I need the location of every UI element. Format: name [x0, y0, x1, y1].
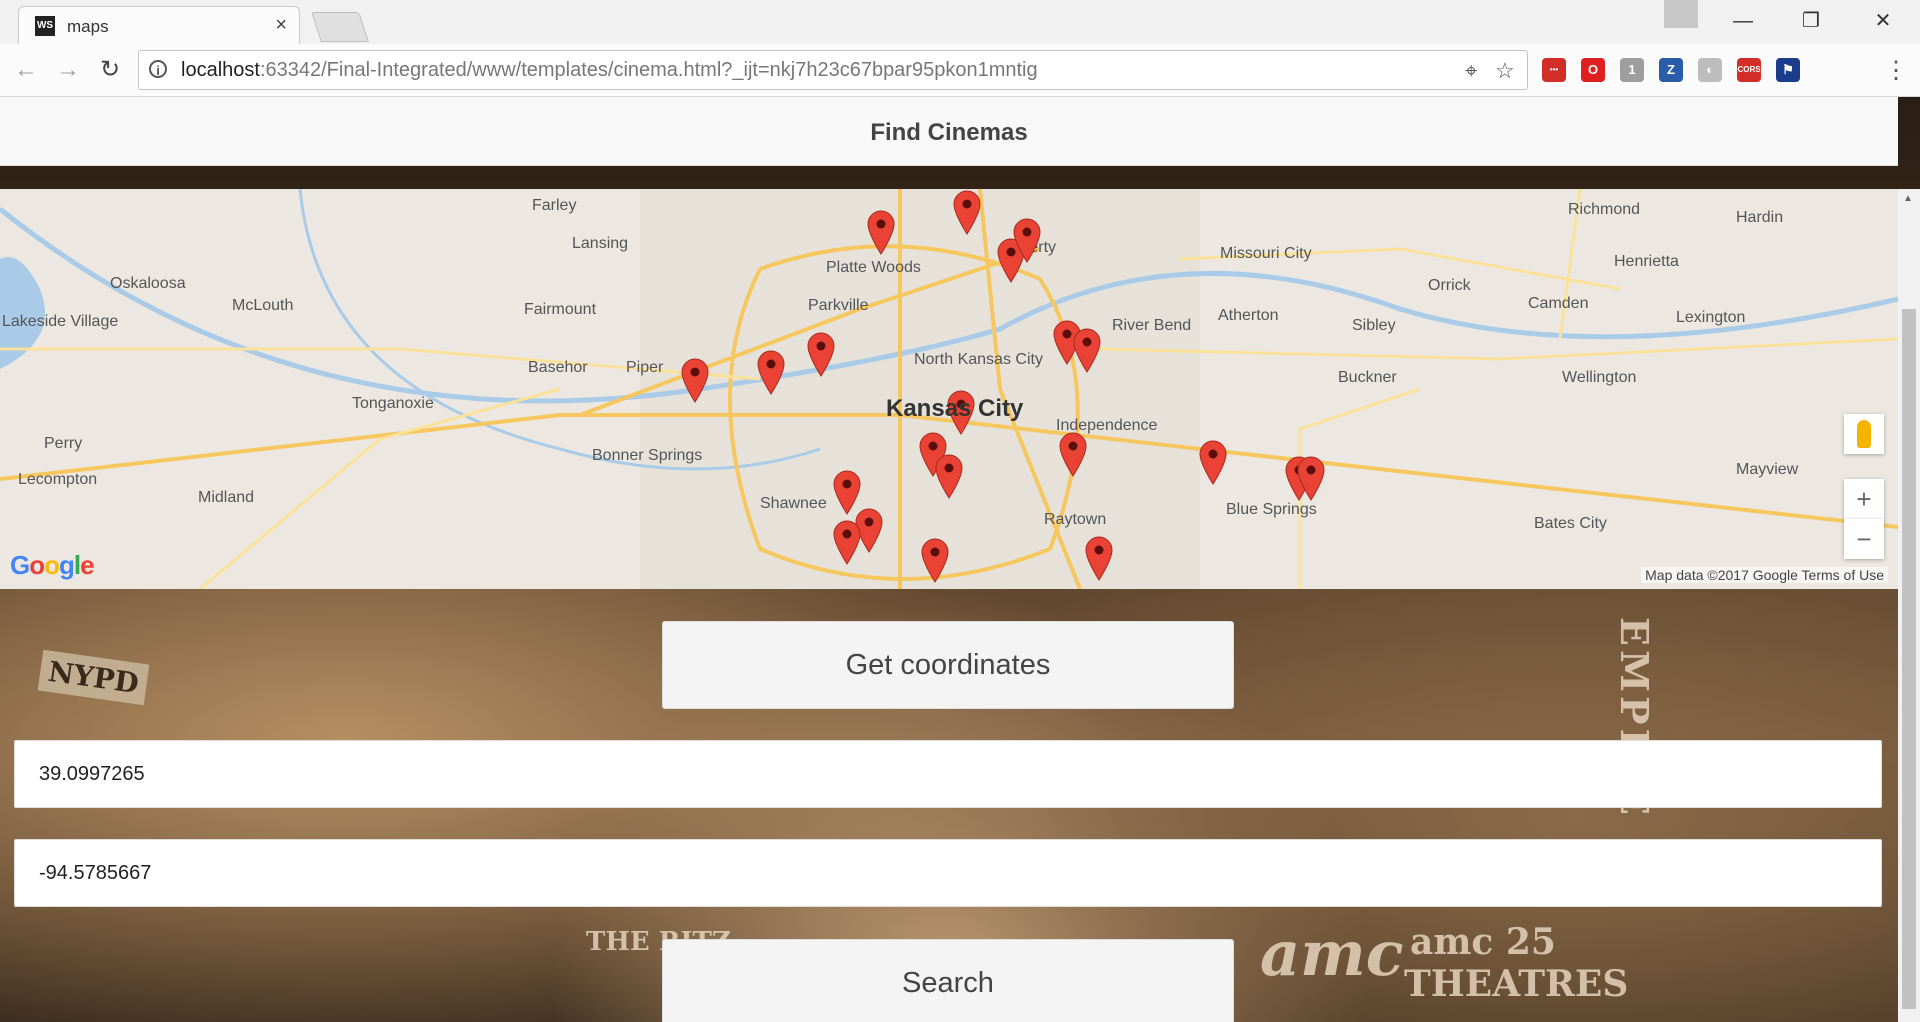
shield-icon[interactable]: 1 — [1620, 58, 1644, 82]
longitude-field[interactable] — [14, 839, 1882, 907]
map-place-label: Bates City — [1534, 515, 1607, 532]
browser-toolbar: ← → ↻ i localhost:63342/Final-Integrated… — [0, 44, 1920, 97]
address-bar[interactable]: i localhost:63342/Final-Integrated/www/t… — [138, 50, 1528, 90]
map-place-label: Raytown — [1044, 511, 1107, 528]
map-place-label: Platte Woods — [826, 259, 921, 276]
map-place-label: Perry — [44, 435, 83, 452]
map-place-label: Hardin — [1736, 209, 1784, 226]
url-text[interactable]: localhost:63342/Final-Integrated/www/tem… — [181, 59, 1038, 82]
cinema-marker-icon[interactable] — [1058, 431, 1088, 477]
map-place-label: Mayview — [1736, 461, 1799, 478]
map-place-label: Atherton — [1218, 307, 1279, 324]
cinema-marker-icon[interactable] — [1198, 439, 1228, 485]
cinema-marker-icon[interactable] — [756, 349, 786, 395]
map-place-label: Wellington — [1562, 369, 1637, 386]
map-place-label: Piper — [626, 359, 664, 376]
forward-button[interactable]: → — [52, 54, 84, 86]
cinema-marker-icon[interactable] — [1072, 327, 1102, 373]
map-place-label: Shawnee — [760, 495, 827, 512]
cinema-marker-icon[interactable] — [920, 537, 950, 583]
map-place-label: River Bend — [1112, 317, 1192, 334]
opera-icon[interactable]: O — [1581, 58, 1605, 82]
map-attribution[interactable]: Map data ©2017 Google Terms of Use — [1641, 567, 1888, 583]
pegman-figure — [1857, 420, 1871, 448]
browser-menu-icon[interactable]: ⋮ — [1884, 56, 1908, 85]
map-place-label: Camden — [1528, 295, 1589, 312]
close-window-button[interactable]: ✕ — [1860, 6, 1906, 36]
webstorm-favicon-icon: WS — [35, 16, 55, 36]
minimize-button[interactable]: — — [1720, 6, 1766, 36]
map-place-label: Lexington — [1676, 309, 1746, 326]
map-place-label: Parkville — [808, 297, 869, 314]
zoom-out-button[interactable]: − — [1844, 519, 1884, 559]
pegman-icon[interactable] — [1844, 414, 1884, 454]
scroll-thumb[interactable] — [1902, 309, 1916, 1009]
amc25-sign: amc 25 — [1410, 921, 1556, 963]
nypd-sign: NYPD — [37, 649, 150, 706]
map-place-label: Buckner — [1338, 369, 1397, 386]
lastpass-icon[interactable]: ••• — [1542, 58, 1566, 82]
cors-icon[interactable]: CORS — [1737, 58, 1761, 82]
get-coordinates-button[interactable]: Get coordinates — [662, 621, 1234, 709]
cinema-marker-icon[interactable] — [680, 357, 710, 403]
cinema-marker-icon[interactable] — [1296, 455, 1326, 501]
map-place-label: Midland — [198, 489, 255, 506]
cinema-marker-icon[interactable] — [1084, 535, 1114, 581]
flag-icon[interactable]: ⚑ — [1776, 58, 1800, 82]
map-place-label: Sibley — [1352, 317, 1396, 334]
map-place-label: Orrick — [1428, 277, 1471, 294]
page-scrollbar[interactable]: ▲ — [1898, 189, 1920, 1022]
map-place-label: Henrietta — [1614, 253, 1679, 270]
url-host: localhost — [181, 59, 260, 81]
app-header: Find Cinemas — [0, 97, 1898, 166]
bookmark-star-icon[interactable]: ☆ — [1495, 58, 1515, 84]
map-place-label: Tonganoxie — [352, 395, 434, 412]
map-place-label: Farley — [532, 197, 577, 214]
cinema-map[interactable]: Farley Richmond Hardin Lansing Platte Woods L… — [0, 189, 1898, 589]
map-place-label: Blue Springs — [1226, 501, 1317, 518]
moon-icon[interactable]: ◐ — [1698, 58, 1722, 82]
latitude-field[interactable] — [14, 740, 1882, 808]
maximize-button[interactable]: ❐ — [1788, 6, 1834, 36]
cinema-marker-icon[interactable] — [806, 331, 836, 377]
map-place-label: Fairmount — [524, 301, 597, 318]
cinema-marker-icon[interactable] — [1012, 217, 1042, 263]
map-place-label: North Kansas City — [914, 351, 1043, 368]
browser-tab[interactable]: WS maps × — [18, 6, 300, 45]
map-place-label: Lakeside Village — [2, 313, 119, 330]
location-icon[interactable]: ⌖ — [1465, 58, 1477, 84]
cinema-marker-icon[interactable] — [832, 519, 862, 565]
scroll-up-arrow-icon[interactable]: ▲ — [1903, 193, 1913, 204]
tab-title: maps — [67, 17, 109, 36]
cinema-marker-icon[interactable] — [866, 209, 896, 255]
theatres-sign: THEATRES — [1404, 963, 1629, 1005]
zotero-icon[interactable]: Z — [1659, 58, 1683, 82]
cinema-marker-icon[interactable] — [952, 189, 982, 235]
url-path: :63342/Final-Integrated/www/templates/ci… — [259, 59, 1038, 81]
map-place-label: Richmond — [1568, 201, 1641, 218]
map-place-label: Missouri City — [1220, 245, 1312, 262]
map-place-label: Oskaloosa — [110, 275, 186, 292]
kansas-city-label: Kansas City — [886, 395, 1024, 422]
map-place-label: McLouth — [232, 297, 294, 314]
map-place-label: Lansing — [572, 235, 629, 252]
back-button[interactable]: ← — [10, 54, 42, 86]
page-content: NYPD THE RITZ amc amc 25 THEATRES EMPIRE… — [0, 97, 1920, 1022]
reload-button[interactable]: ↻ — [94, 54, 126, 86]
profile-avatar[interactable] — [1664, 0, 1698, 28]
amc-logo-sign: amc — [1260, 917, 1404, 990]
search-button[interactable]: Search — [662, 939, 1234, 1022]
map-place-label: Lecompton — [18, 471, 98, 488]
google-logo: Google — [10, 550, 95, 580]
page-title: Find Cinemas — [870, 119, 1028, 146]
map-place-label: Basehor — [528, 359, 588, 376]
site-info-icon[interactable]: i — [149, 60, 167, 78]
map-place-label: Bonner Springs — [592, 447, 703, 464]
cinema-marker-icon[interactable] — [934, 453, 964, 499]
new-tab-button[interactable] — [311, 12, 369, 42]
browser-titlebar: WS maps × — ❐ ✕ — [0, 0, 1920, 45]
tab-close-icon[interactable]: × — [275, 14, 287, 37]
zoom-in-button[interactable]: + — [1844, 479, 1884, 519]
